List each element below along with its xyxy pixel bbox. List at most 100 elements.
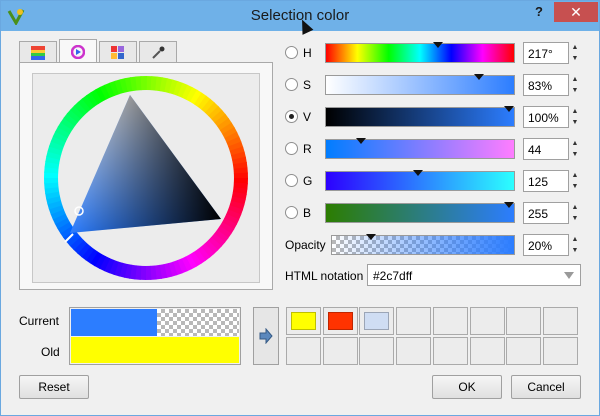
hue-row: H 217° ▲ ▼	[285, 41, 581, 65]
triangle-wheel-tab-icon	[71, 44, 85, 59]
swatch-6[interactable]	[469, 307, 505, 335]
green-label: G	[303, 174, 313, 188]
swatch-fill	[327, 312, 353, 330]
saturation-label: S	[303, 78, 312, 92]
swatch-7[interactable]	[506, 307, 542, 335]
green-slider[interactable]	[325, 170, 515, 191]
blue-radio[interactable]	[285, 206, 298, 219]
opacity-slider-marker[interactable]	[366, 234, 377, 240]
red-label: R	[303, 142, 312, 156]
green-spinbox[interactable]: 125	[523, 170, 569, 192]
value-slider-marker[interactable]	[504, 106, 514, 112]
swatch-9[interactable]	[286, 337, 321, 365]
green-radio[interactable]	[285, 174, 298, 187]
saturation-row: S 83% ▲ ▼	[285, 73, 581, 97]
value-spin-arrows-icon[interactable]: ▲ ▼	[569, 106, 581, 128]
value-spinbox[interactable]: 100%	[523, 106, 569, 128]
saturation-radio[interactable]	[285, 78, 298, 91]
hue-slider-marker[interactable]	[432, 42, 443, 48]
hue-slider[interactable]	[325, 42, 515, 63]
add-to-swatches-button[interactable]	[253, 307, 279, 365]
hue-ring-segment[interactable]	[145, 265, 152, 280]
hue-radio[interactable]	[285, 46, 298, 59]
hue-spin-arrows-icon[interactable]: ▲ ▼	[569, 42, 581, 64]
value-label: V	[303, 110, 312, 124]
color-wheel-frame	[32, 73, 260, 283]
swatch-13[interactable]	[432, 337, 468, 365]
saturation-slider-marker[interactable]	[473, 74, 484, 80]
hue-ring-segment[interactable]	[233, 172, 248, 179]
color-swatches	[286, 307, 580, 365]
green-spin-arrows-icon[interactable]: ▲ ▼	[569, 170, 581, 192]
current-label: Current	[19, 314, 60, 328]
old-label: Old	[41, 345, 60, 359]
swatch-2[interactable]	[322, 307, 358, 335]
red-spinbox[interactable]: 44	[523, 138, 569, 160]
swatch-8[interactable]	[542, 307, 578, 335]
hue-label: H	[303, 46, 312, 60]
old-color-swatch[interactable]	[71, 337, 239, 363]
color-preview	[69, 307, 241, 365]
close-button[interactable]: ✕	[554, 2, 598, 22]
swatch-5[interactable]	[432, 307, 468, 335]
green-slider-marker[interactable]	[413, 170, 424, 176]
swatch-fill	[291, 312, 316, 330]
swatch-14[interactable]	[469, 337, 505, 365]
tab-panel	[19, 62, 273, 290]
red-spin-arrows-icon[interactable]: ▲ ▼	[569, 138, 581, 160]
hue-ring-segment[interactable]	[140, 76, 147, 91]
green-row: G 125 ▲ ▼	[285, 169, 581, 193]
opacity-slider[interactable]	[331, 234, 515, 255]
red-row: R 44 ▲ ▼	[285, 137, 581, 161]
swatch-4[interactable]	[396, 307, 432, 335]
ok-button[interactable]: OK	[432, 375, 502, 399]
blue-row: B 255 ▲ ▼	[285, 201, 581, 225]
current-color-swatch	[71, 309, 157, 336]
tab-triangle-wheel[interactable]	[59, 39, 97, 63]
right-arrow-icon	[259, 328, 273, 344]
saturation-value-triangle[interactable]	[70, 95, 221, 233]
opacity-spin-arrows-icon[interactable]: ▲ ▼	[569, 234, 581, 256]
red-slider[interactable]	[325, 138, 515, 159]
blue-spin-arrows-icon[interactable]: ▲ ▼	[569, 202, 581, 224]
opacity-label: Opacity	[285, 238, 326, 252]
tab-ramp[interactable]	[19, 41, 57, 63]
swatch-16[interactable]	[542, 337, 578, 365]
dropdown-arrow-icon[interactable]	[564, 272, 574, 279]
swatch-15[interactable]	[506, 337, 542, 365]
swatch-1[interactable]	[286, 307, 321, 335]
tab-eyedropper[interactable]	[139, 41, 177, 63]
blue-label: B	[303, 206, 312, 220]
current-color-transparent-swatch	[157, 309, 239, 336]
red-slider-marker[interactable]	[356, 138, 367, 144]
opacity-row: Opacity 20% ▲ ▼	[285, 233, 581, 257]
blue-slider[interactable]	[325, 202, 515, 223]
swatch-12[interactable]	[396, 337, 432, 365]
hue-triangle-wheel[interactable]	[33, 74, 259, 282]
reset-button[interactable]: Reset	[19, 375, 89, 399]
value-slider[interactable]	[325, 106, 515, 127]
swatch-10[interactable]	[322, 337, 358, 365]
cancel-button[interactable]: Cancel	[511, 375, 581, 399]
saturation-slider[interactable]	[325, 74, 515, 95]
swatch-11[interactable]	[359, 337, 395, 365]
value-radio[interactable]	[285, 110, 298, 123]
dialog-window: Selection color ? ✕ H 217° ▲ ▼ S 83% ▲ ▼…	[0, 0, 600, 416]
swatch-fill	[364, 312, 390, 330]
tab-swatch-grid[interactable]	[99, 41, 137, 63]
html-notation-combobox[interactable]: #2c7dff	[367, 264, 581, 286]
swatch-3[interactable]	[359, 307, 395, 335]
hue-ring-segment[interactable]	[44, 177, 59, 184]
hue-spinbox[interactable]: 217°	[523, 42, 569, 64]
red-radio[interactable]	[285, 142, 298, 155]
swatch-grid-tab-icon	[111, 45, 124, 59]
opacity-gradient	[332, 236, 514, 254]
blue-spinbox[interactable]: 255	[523, 202, 569, 224]
html-notation-label: HTML notation	[285, 269, 364, 283]
saturation-spin-arrows-icon[interactable]: ▲ ▼	[569, 74, 581, 96]
opacity-spinbox[interactable]: 20%	[523, 234, 569, 256]
saturation-spinbox[interactable]: 83%	[523, 74, 569, 96]
help-button[interactable]: ?	[529, 4, 549, 24]
blue-slider-marker[interactable]	[504, 202, 514, 208]
html-notation-value: #2c7dff	[373, 269, 413, 283]
